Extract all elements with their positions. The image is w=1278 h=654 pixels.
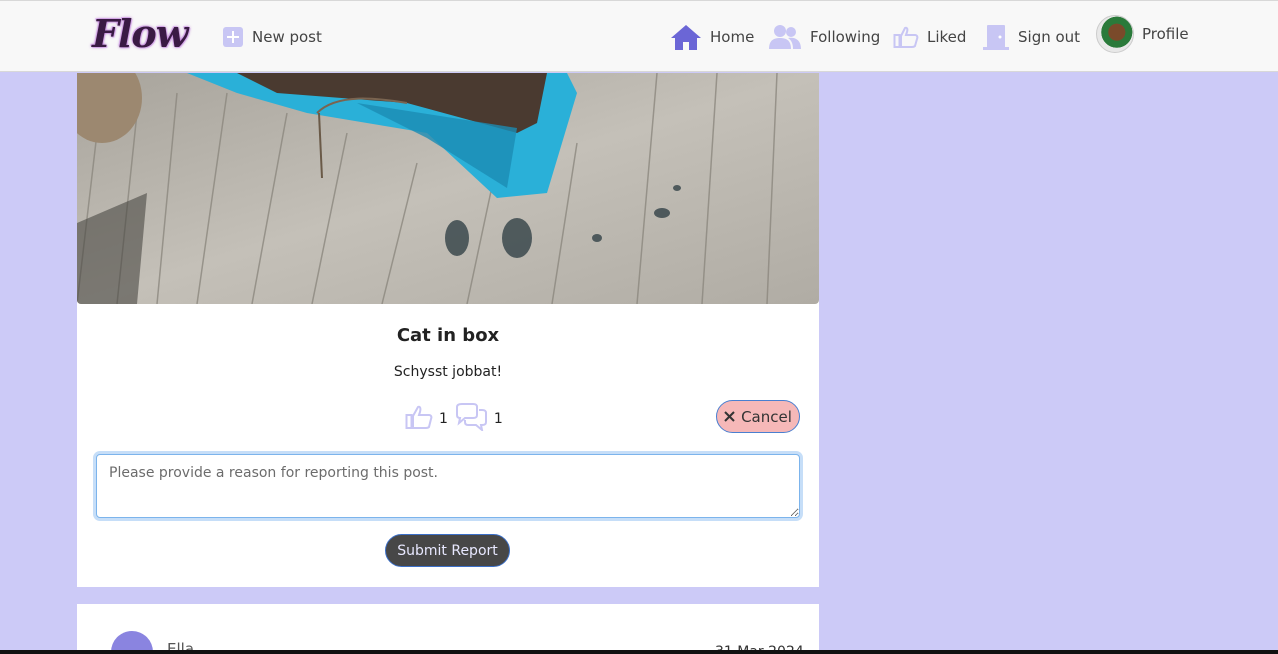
logo[interactable]: Flow bbox=[92, 11, 188, 56]
nav-profile[interactable]: Profile bbox=[1096, 15, 1189, 53]
nav-liked[interactable]: Liked bbox=[893, 21, 966, 53]
report-reason-input[interactable] bbox=[96, 454, 800, 518]
post-title: Cat in box bbox=[396, 325, 500, 346]
plus-square-icon bbox=[222, 26, 244, 48]
post-card: Cat in box Schysst jobbat! 1 1 Cancel S bbox=[77, 73, 819, 587]
nav-following[interactable]: Following bbox=[768, 21, 880, 53]
thumbs-up-icon bbox=[893, 25, 919, 49]
nav-new-post-label: New post bbox=[252, 28, 322, 46]
comments-count: 1 bbox=[493, 411, 503, 427]
door-icon bbox=[982, 23, 1010, 51]
like-button[interactable] bbox=[405, 404, 433, 434]
navbar: Flow New post Home Following Liked Sign … bbox=[0, 0, 1278, 72]
nav-sign-out[interactable]: Sign out bbox=[982, 21, 1080, 53]
cancel-button[interactable]: Cancel bbox=[716, 400, 800, 433]
close-icon bbox=[724, 408, 735, 426]
comments-icon[interactable] bbox=[454, 403, 488, 435]
nav-new-post[interactable]: New post bbox=[222, 21, 322, 53]
following-icon bbox=[768, 24, 802, 50]
nav-liked-label: Liked bbox=[927, 28, 967, 46]
next-post-card: Ella 31 Mar 2024 bbox=[77, 604, 819, 654]
cancel-label: Cancel bbox=[741, 407, 792, 426]
post-image[interactable] bbox=[77, 73, 819, 304]
submit-report-button[interactable]: Submit Report bbox=[385, 534, 510, 567]
nav-profile-label: Profile bbox=[1142, 25, 1189, 43]
nav-sign-out-label: Sign out bbox=[1018, 28, 1081, 46]
avatar bbox=[1096, 15, 1134, 53]
home-icon bbox=[670, 23, 702, 51]
post-body: Schysst jobbat! bbox=[393, 364, 503, 380]
likes-count: 1 bbox=[439, 411, 448, 427]
post-stats: 1 1 bbox=[405, 403, 503, 435]
nav-home[interactable]: Home bbox=[670, 21, 754, 53]
nav-home-label: Home bbox=[710, 28, 755, 46]
nav-following-label: Following bbox=[810, 28, 881, 46]
bottom-edge bbox=[0, 650, 1278, 654]
